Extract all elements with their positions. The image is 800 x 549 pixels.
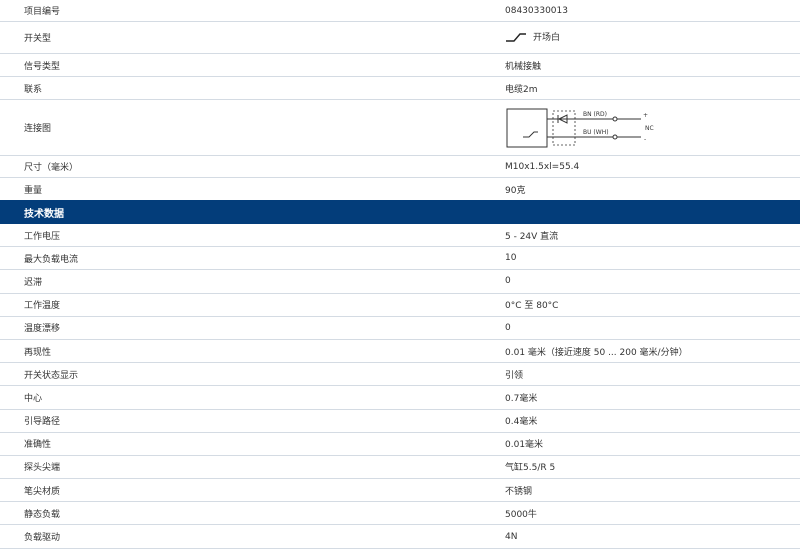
spec-row-wiring-diagram: 连接图 BN (RD) BU (WH) + NC - [0,100,800,156]
spec-label: 负载驱动 [24,533,61,544]
spec-label: 探头尖端 [24,463,61,474]
spec-row: 迟滞 0 [0,270,800,294]
spec-row-item-number: 项目编号 08430330013 [0,0,800,22]
spec-value: 引领 [505,370,524,381]
spec-row: 引导路径 0.4毫米 [0,410,800,433]
terminal-icon [612,134,618,139]
spec-row: 温度漂移 0 [0,317,800,340]
spec-value: 0 [505,322,511,333]
spec-value: 4N [505,531,518,542]
spec-value: 开场白 [533,33,561,44]
spec-label: 最大负载电流 [24,254,79,265]
spec-label: 静态负载 [24,509,61,520]
switch-contact-symbol [523,131,538,137]
spec-label: 再现性 [24,347,52,358]
spec-label: 开关状态显示 [24,370,79,381]
spec-row-signal-type: 信号类型 机械接触 [0,54,800,77]
bu-label: BU (WH) [583,129,609,136]
spec-row: 中心 0.7毫米 [0,386,800,410]
spec-value: 0.4毫米 [505,417,538,428]
spec-value: 电缆2m [505,84,538,95]
spec-label: 尺寸（毫米） [24,163,79,173]
spec-value: 0°C 至 80°C [505,301,559,312]
spec-value: 5 - 24V 直流 [505,231,559,242]
spec-row: 负载驱动 4N [0,525,800,549]
spec-row: 最大负载电流 10 [0,247,800,271]
spec-value: 不锈钢 [505,486,533,497]
spec-row-switch-type: 开关型 开场白 [0,22,800,54]
spec-row: 探头尖端 气缸5.5/R 5 [0,456,800,480]
sensor-body [506,108,548,147]
spec-label: 温度漂移 [24,324,61,335]
spec-value: 0 [505,276,511,287]
spec-row: 再现性 0.01 毫米（接近速度 50 ... 200 毫米/分钟） [0,340,800,364]
spec-label: 引导路径 [24,417,61,428]
spec-value: 08430330013 [505,5,568,16]
spec-value: 机械接触 [505,61,542,72]
spec-value: M10x1.5xl=55.4 [505,161,580,172]
spec-value: 0.01毫米 [505,440,544,451]
spec-row-connection: 联系 电缆2m [0,77,800,100]
spec-row: 静态负载 5000牛 [0,502,800,526]
spec-value: 5000牛 [505,509,537,520]
spec-label: 联系 [24,84,43,95]
spec-label: 笔尖材质 [24,486,61,497]
spec-label: 迟滞 [24,277,43,288]
spec-label: 连接图 [24,124,52,134]
nc-label: NC [645,125,654,132]
switch-type-value: 开场白 [505,30,560,43]
terminal-icon [612,116,618,121]
spec-table: 项目编号 08430330013 开关型 开场白 信号类型 机械接触 联系 电缆… [0,0,800,549]
spec-value: 10 [505,253,517,264]
plus-label: + [643,112,648,119]
spec-label: 项目编号 [24,7,61,17]
spec-row: 开关状态显示 引领 [0,363,800,387]
wiring-diagram: BN (RD) BU (WH) + NC - [506,108,654,147]
spec-row: 准确性 0.01毫米 [0,433,800,456]
spec-label: 中心 [24,393,43,404]
spec-label: 重量 [24,185,43,196]
spec-label: 信号类型 [24,61,61,72]
spec-row-dimensions: 尺寸（毫米） M10x1.5xl=55.4 [0,156,800,178]
bn-label: BN (RD) [583,111,607,118]
spec-label: 工作电压 [24,231,61,242]
spec-value: 90克 [505,185,526,196]
normally-open-switch-icon [506,33,526,42]
spec-row: 工作温度 0°C 至 80°C [0,294,800,317]
spec-value: 气缸5.5/R 5 [505,463,556,474]
spec-label: 开关型 [24,34,52,44]
spec-row-weight: 重量 90克 [0,178,800,200]
section-header-technical-data: 技术数据 [0,200,800,224]
spec-value: 0.7毫米 [505,393,538,404]
spec-row: 笔尖材质 不锈钢 [0,479,800,503]
spec-row: 工作电压 5 - 24V 直流 [0,224,800,248]
spec-label: 准确性 [24,440,52,451]
spec-label: 工作温度 [24,301,61,312]
technical-data-rows: 工作电压 5 - 24V 直流 最大负载电流 10 迟滞 0 工作温度 0°C … [0,224,800,549]
minus-label: - [644,136,646,143]
spec-value: 0.01 毫米（接近速度 50 ... 200 毫米/分钟） [505,347,688,358]
